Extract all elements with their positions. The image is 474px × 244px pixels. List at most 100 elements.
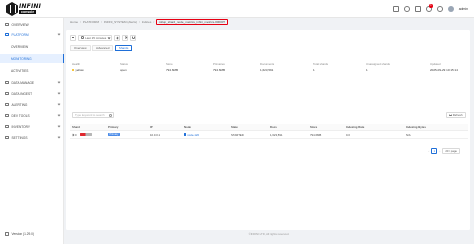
col-store[interactable]: Store	[310, 124, 317, 130]
chevron-down-icon	[57, 124, 61, 128]
chevron-down-icon	[57, 91, 61, 95]
col-indexing-bytes[interactable]: Indexing Bytes	[406, 124, 426, 130]
stat-label: Health	[72, 62, 81, 66]
col-state[interactable]: State	[231, 124, 238, 130]
stat-label: Primaries	[213, 62, 225, 66]
brand-sub: console	[19, 10, 37, 14]
chevron-down-icon	[57, 102, 61, 106]
stat-label: Status	[120, 62, 128, 66]
chevron-down-icon	[57, 135, 61, 139]
index-detail-card: Last 15 minutes Overview Advanced Shards…	[66, 30, 470, 230]
nav-platform[interactable]: PLATFORM	[0, 30, 64, 39]
stat-label: Documents	[260, 62, 275, 66]
stat-value: 794.6MB	[166, 68, 179, 72]
nav-settings[interactable]: SETTINGS	[0, 133, 64, 142]
prev-page-icon[interactable]: ‹	[428, 149, 429, 153]
nav-data-manage[interactable]: DATA MANAGE	[0, 78, 64, 87]
tab-overview[interactable]: Overview	[70, 45, 91, 51]
col-indexing-rate[interactable]: Indexing Rate	[346, 124, 364, 130]
nav-label: DATA MANAGE	[11, 80, 35, 85]
user-avatar[interactable]	[447, 6, 454, 12]
refresh-button[interactable]: Refresh	[445, 112, 466, 118]
back-button[interactable]	[70, 34, 76, 41]
col-primary[interactable]: Primary	[108, 124, 118, 130]
tab-advanced[interactable]: Advanced	[92, 45, 114, 51]
nav-label: OVERVIEW	[11, 44, 29, 49]
shard-number: 0	[75, 132, 77, 137]
stat-label: Unassigned shards	[366, 62, 390, 66]
next-page-icon[interactable]: ›	[439, 149, 440, 153]
settings-icon[interactable]	[403, 6, 410, 12]
nav-dev-tools[interactable]: DEV TOOLS	[0, 111, 64, 120]
nav-label: DATA INGEST	[11, 91, 33, 96]
page-number[interactable]: 1	[431, 148, 438, 154]
header-actions: 1 admin	[392, 4, 468, 14]
breadcrumb-item[interactable]: Home	[70, 20, 78, 24]
breadcrumb-item[interactable]: Indices	[142, 20, 152, 24]
notification-badge: 1	[429, 4, 433, 8]
stat-label: Total shards	[313, 62, 329, 66]
user-name[interactable]: admin	[459, 7, 468, 11]
cell-indexing-bytes: N/A	[406, 132, 411, 137]
sidebar: OVERVIEW PLATFORM OVERVIEW MONITORING AC…	[0, 18, 64, 244]
node-link[interactable]: node-120	[184, 133, 199, 137]
settings-icon	[5, 135, 9, 140]
time-range-picker[interactable]: Last 15 minutes	[78, 34, 113, 41]
redacted-block	[80, 133, 92, 136]
ingest-icon	[5, 91, 9, 96]
infini-console-logo[interactable]: INFINI console	[6, 2, 54, 16]
stat-value: 794.6MB	[213, 68, 226, 72]
chevron-down-icon	[107, 36, 110, 39]
nav-monitoring[interactable]: MONITORING	[0, 54, 64, 63]
breadcrumb-item[interactable]: INFINI_SYSTEM (Alerts)	[104, 20, 137, 24]
notification-bell-icon[interactable]: 1	[425, 4, 433, 12]
breadcrumb-separator: /	[100, 20, 102, 24]
nav-label: MONITORING	[11, 56, 32, 61]
nav-alerting[interactable]: ALERTING	[0, 100, 64, 109]
nav-data-ingest[interactable]: DATA INGEST	[0, 89, 64, 98]
col-ip[interactable]: IP	[150, 124, 153, 130]
docs-icon[interactable]	[414, 6, 421, 12]
nav-label: PLATFORM	[11, 32, 29, 37]
nav-label: ACTIVITIES	[11, 68, 29, 73]
nav-inventory[interactable]: INVENTORY	[0, 122, 64, 131]
stat-value: 2025-09-29 10:15:14	[430, 68, 458, 72]
breadcrumb-separator: /	[80, 20, 81, 24]
expand-icon[interactable]	[71, 133, 75, 136]
shards-table: Shard Primary IP Node State Docs Store I…	[70, 124, 468, 139]
search-input[interactable]: Type keyword to search	[72, 112, 114, 118]
brand-name: INFINI	[19, 3, 42, 10]
breadcrumb-current: rollup_shard_node_metrics_infini_metrics…	[156, 19, 228, 25]
overview-icon	[5, 22, 9, 27]
stat-primaries: Primaries 794.6MB	[213, 62, 225, 72]
stat-total-shards: Total shards 1	[313, 62, 328, 72]
footer: ©INFINI LTD, All rights reserved.	[248, 232, 290, 236]
theme-icon[interactable]	[436, 6, 443, 12]
stat-documents: Documents 1,623,591	[260, 62, 274, 72]
nav-activities[interactable]: ACTIVITIES	[0, 66, 64, 75]
page-size-select[interactable]: 20 / page	[442, 148, 460, 154]
stat-value: 1	[313, 68, 315, 72]
nav-label: INVENTORY	[11, 124, 30, 129]
nav-label: OVERVIEW	[11, 22, 29, 27]
refresh-time-button[interactable]	[130, 34, 137, 41]
stat-value: yellow	[75, 68, 84, 72]
nav-overview[interactable]: OVERVIEW	[0, 20, 64, 29]
cell-docs: 1,623,591	[270, 132, 283, 137]
tab-shards[interactable]: Shards	[114, 45, 133, 51]
prev-time-button[interactable]	[114, 34, 121, 41]
chevron-left-icon	[116, 36, 119, 39]
table-row[interactable]: 0 Primary 10.0.0.1 node-120 STARTED 1,62…	[70, 131, 468, 139]
next-time-button[interactable]	[122, 34, 129, 41]
sidebar-collapse[interactable]: Version (1.29.0)	[0, 230, 64, 238]
col-shard[interactable]: Shard	[72, 124, 80, 130]
console-icon[interactable]	[392, 6, 399, 12]
detail-tabs: Overview Advanced Shards	[70, 45, 133, 51]
breadcrumb-item[interactable]: PLATFORM	[83, 20, 99, 24]
nav-platform-overview[interactable]: OVERVIEW	[0, 42, 64, 51]
stat-status: Status open	[120, 62, 128, 72]
search-icon[interactable]	[108, 114, 112, 117]
col-docs[interactable]: Docs	[270, 124, 277, 130]
database-icon	[5, 80, 9, 85]
col-node[interactable]: Node	[184, 124, 191, 130]
